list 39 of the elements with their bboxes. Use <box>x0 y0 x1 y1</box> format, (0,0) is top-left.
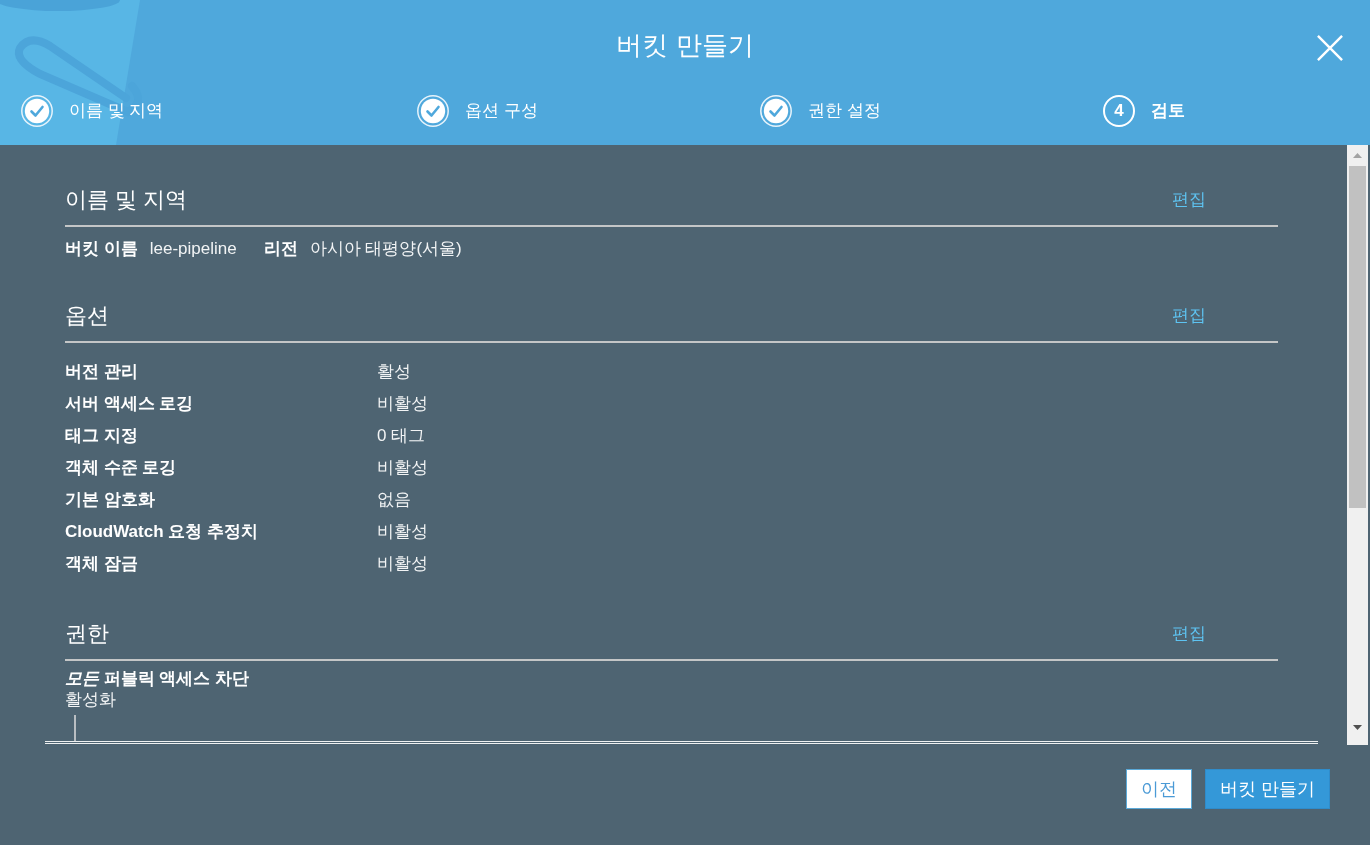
field-label: 태그 지정 <box>65 425 138 445</box>
section-heading: 권한 <box>65 620 109 648</box>
field-value: 비활성 <box>377 456 428 479</box>
section-heading: 이름 및 지역 <box>65 186 188 214</box>
dialog-title: 버킷 만들기 <box>616 29 754 62</box>
scroll-up-icon[interactable] <box>1353 153 1362 158</box>
field-value: 비활성 <box>377 392 428 415</box>
field-value: lee-pipeline <box>149 238 237 260</box>
field-value: 비활성 <box>377 552 428 575</box>
field-label: 버킷 이름 <box>65 238 138 260</box>
field-value: 활성 <box>377 360 411 383</box>
close-icon[interactable] <box>1317 35 1343 61</box>
scrollbar-track[interactable] <box>1347 145 1368 745</box>
field-label: 기본 암호화 <box>65 489 155 509</box>
edit-link[interactable]: 편집 <box>1172 622 1206 646</box>
section-heading: 옵션 <box>65 302 109 330</box>
edit-link[interactable]: 편집 <box>1172 304 1206 328</box>
field-label: 서버 액세스 로깅 <box>65 393 194 413</box>
scrollbar-thumb[interactable] <box>1349 166 1366 508</box>
step-number: 4 <box>1103 95 1135 127</box>
field-value: 없음 <box>377 488 411 511</box>
edit-link[interactable]: 편집 <box>1172 188 1206 212</box>
previous-button[interactable]: 이전 <box>1126 769 1192 809</box>
step-label[interactable]: 이름 및 지역 <box>69 99 164 123</box>
step-label[interactable]: 검토 <box>1151 99 1185 123</box>
field-value: 활성화 <box>65 689 116 710</box>
field-label: 버전 관리 <box>65 361 138 381</box>
step-label[interactable]: 권한 설정 <box>808 99 881 123</box>
field-value: 0 태그 <box>377 424 426 447</box>
field-label: CloudWatch 요청 추정치 <box>65 521 258 541</box>
create-button[interactable]: 버킷 만들기 <box>1205 769 1330 809</box>
step-label[interactable]: 옵션 구성 <box>465 99 538 123</box>
field-label: 모든 퍼블릭 액세스 차단 <box>65 668 250 689</box>
field-value: 아시아 태평양(서울) <box>309 238 462 260</box>
field-label: 객체 잠금 <box>65 553 138 573</box>
scroll-down-icon[interactable] <box>1353 725 1362 730</box>
field-value: 비활성 <box>377 520 428 543</box>
field-label: 리전 <box>263 238 298 260</box>
field-label: 객체 수준 로깅 <box>65 457 177 477</box>
